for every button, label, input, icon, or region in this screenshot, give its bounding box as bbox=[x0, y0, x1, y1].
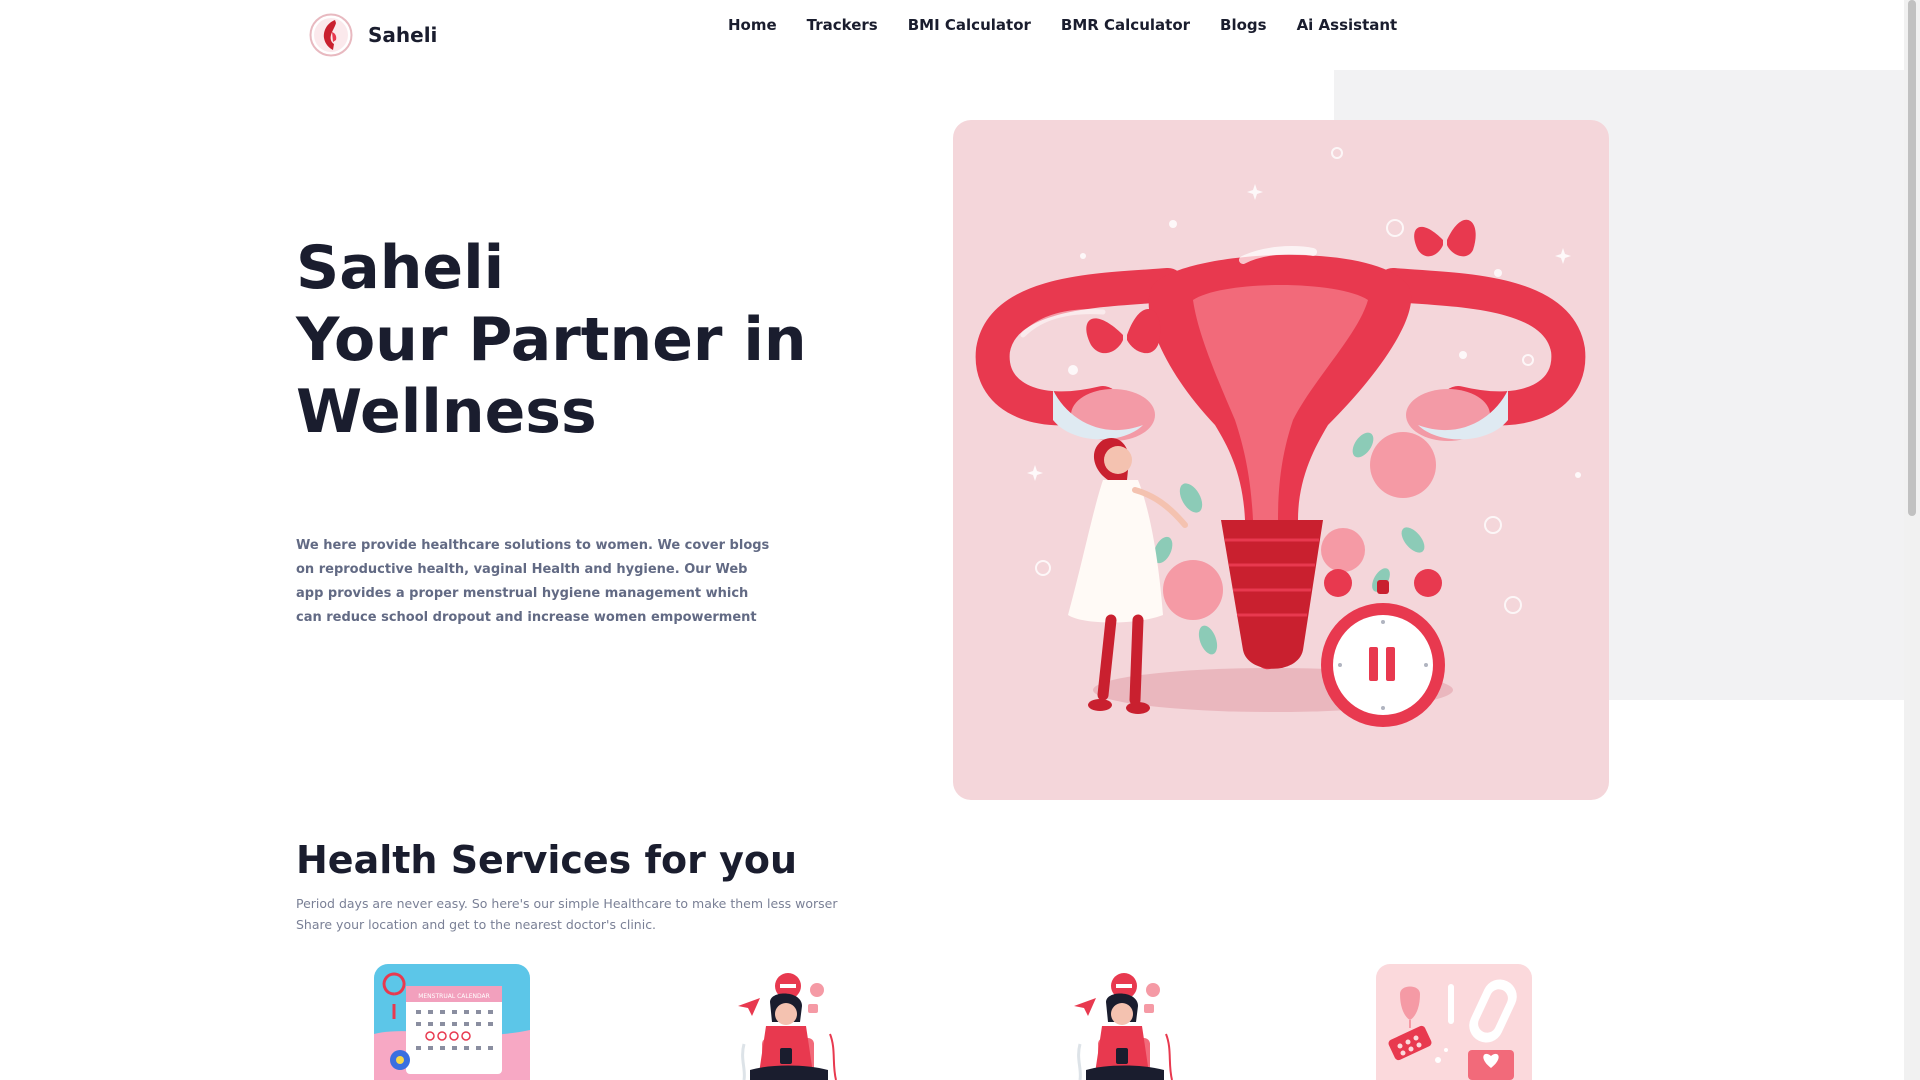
hero-description: We here provide healthcare solutions to … bbox=[296, 538, 770, 625]
woman-with-phone-icon bbox=[1046, 964, 1202, 1080]
nav-blogs[interactable]: Blogs bbox=[1220, 16, 1267, 34]
woman-with-phone-icon bbox=[710, 964, 866, 1080]
nav-ai-assistant[interactable]: Ai Assistant bbox=[1297, 16, 1398, 34]
hero-title: Saheli Your Partner in Wellness bbox=[296, 232, 807, 448]
service-card-woman-phone-1[interactable] bbox=[710, 964, 866, 1080]
nav-bmi-calculator[interactable]: BMI Calculator bbox=[908, 16, 1031, 34]
brand-name: Saheli bbox=[368, 23, 438, 47]
main-nav: Home Trackers BMI Calculator BMR Calcula… bbox=[728, 16, 1397, 34]
woman-profile-logo-icon bbox=[309, 13, 353, 57]
hygiene-products-icon bbox=[1376, 964, 1532, 1080]
scrollbar-thumb[interactable] bbox=[1908, 0, 1916, 516]
hero-title-line-2: Your Partner in bbox=[296, 305, 807, 375]
service-card-menstrual-calendar[interactable]: MENSTRUAL CALENDAR bbox=[374, 964, 530, 1080]
nav-trackers[interactable]: Trackers bbox=[807, 16, 878, 34]
uterus-woman-clock-illustration bbox=[975, 147, 1586, 727]
menstrual-calendar-icon: MENSTRUAL CALENDAR bbox=[374, 964, 530, 1080]
hero-illustration bbox=[953, 120, 1609, 800]
services-title: Health Services for you bbox=[296, 838, 798, 882]
service-card-woman-phone-2[interactable] bbox=[1046, 964, 1202, 1080]
nav-bmr-calculator[interactable]: BMR Calculator bbox=[1061, 16, 1190, 34]
calendar-title-label: MENSTRUAL CALENDAR bbox=[418, 993, 490, 1000]
scrollbar[interactable] bbox=[1904, 0, 1920, 1080]
hero-title-line-3: Wellness bbox=[296, 377, 597, 447]
nav-home[interactable]: Home bbox=[728, 16, 777, 34]
services-subtitle-line-2: Share your location and get to the neare… bbox=[296, 917, 657, 932]
services-subtitle-line-1: Period days are never easy. So here's ou… bbox=[296, 896, 838, 911]
brand[interactable]: Saheli bbox=[309, 13, 437, 57]
service-card-hygiene-products[interactable] bbox=[1376, 964, 1532, 1080]
navbar: Saheli Home Trackers BMI Calculator BMR … bbox=[0, 0, 1904, 70]
hero-title-line-1: Saheli bbox=[296, 233, 505, 303]
services-subtitle: Period days are never easy. So here's ou… bbox=[296, 893, 838, 935]
